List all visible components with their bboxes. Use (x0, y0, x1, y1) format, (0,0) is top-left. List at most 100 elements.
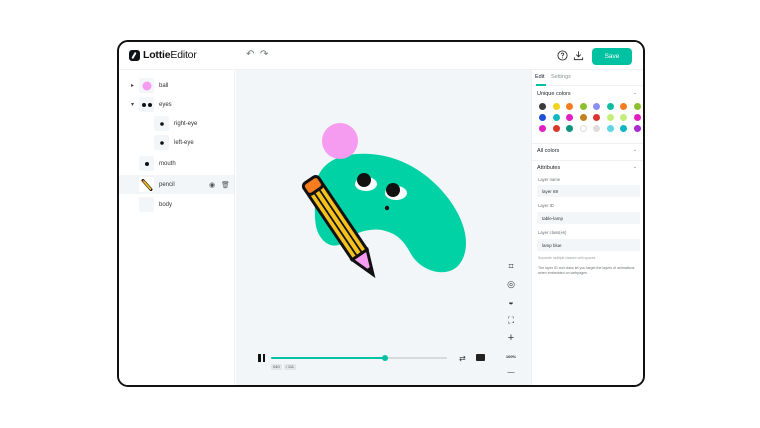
mouth-thumbnail-icon (144, 161, 149, 166)
color-swatch[interactable] (606, 103, 614, 110)
redo-icon[interactable]: ↷ (260, 50, 268, 60)
onion-skin-icon[interactable]: ◎ (503, 277, 519, 291)
color-swatch[interactable] (633, 103, 641, 110)
layer-thumbnail (139, 197, 154, 212)
pause-icon[interactable] (258, 354, 265, 362)
top-bar: LottieEditor ↶ ↷ Save (119, 42, 643, 70)
color-swatch[interactable] (566, 114, 573, 121)
layer-row-pencil[interactable]: pencil ◉ 🗑 (119, 175, 234, 194)
color-swatch[interactable] (552, 114, 560, 121)
help-icon[interactable] (557, 50, 568, 61)
frame-counter: 040 / 111 (271, 364, 296, 370)
tab-settings[interactable]: Settings (551, 74, 571, 80)
app-window: LottieEditor ↶ ↷ Save ▸ ball ▾ eyes righ… (117, 40, 645, 387)
logo-text: LottieEditor (143, 49, 197, 61)
layer-thumbnail (139, 97, 154, 112)
visibility-eye-icon[interactable]: ◉ (209, 181, 215, 189)
undo-icon[interactable]: ↶ (246, 50, 254, 60)
current-frame: 040 (271, 364, 282, 370)
all-colors-title[interactable]: All colors (537, 148, 559, 154)
divider (532, 143, 643, 144)
layer-row-ball[interactable]: ▸ ball (119, 76, 234, 95)
layer-thumbnail (154, 116, 169, 131)
total-frames: / 111 (283, 364, 296, 370)
color-swatch[interactable] (593, 103, 600, 110)
layer-row-right-eye[interactable]: right-eye (119, 114, 234, 133)
animation-canvas[interactable]: ⌗ ◎ ◒ ⛶ + 100% — 040 / 111 ⇄ (236, 70, 531, 385)
logo-icon (129, 49, 140, 61)
layer-classes-input[interactable] (537, 239, 640, 251)
color-swatch[interactable] (593, 114, 600, 121)
expand-caret-icon[interactable]: ▾ (131, 101, 134, 108)
timeline-progress (271, 357, 386, 359)
attributes-note: The layer ID and class let you target th… (538, 266, 635, 275)
zoom-level-label: 100% (505, 353, 517, 359)
bounding-box-icon[interactable]: ⌗ (503, 259, 519, 273)
attributes-chevron-icon[interactable]: ⌄ (633, 164, 637, 170)
layer-name-input[interactable] (537, 185, 640, 197)
zoom-out-icon[interactable]: — (503, 365, 519, 379)
color-swatch[interactable] (606, 114, 614, 121)
color-swatch[interactable] (593, 125, 600, 132)
logo-text-light: Editor (170, 49, 197, 61)
timeline-scrubber[interactable] (382, 355, 389, 361)
layer-label: eyes (159, 101, 172, 108)
all-colors-chevron-icon[interactable]: ⌄ (633, 147, 637, 153)
tab-edit[interactable]: Edit (535, 74, 544, 80)
layer-name-label: Layer name (538, 177, 561, 182)
fit-screen-icon[interactable]: ⛶ (503, 313, 519, 327)
layer-row-body[interactable]: body (119, 195, 234, 214)
save-button[interactable]: Save (592, 48, 632, 65)
layer-classes-label: Layer class(es) (538, 230, 567, 235)
download-icon[interactable] (573, 50, 584, 61)
layer-thumbnail (139, 156, 154, 171)
color-swatch[interactable] (620, 114, 627, 121)
ball-shape (322, 123, 358, 159)
background-color-icon[interactable] (476, 354, 485, 361)
color-swatch[interactable] (620, 125, 627, 132)
logo-text-bold: Lottie (143, 49, 171, 61)
active-tab-indicator (536, 84, 546, 86)
attributes-title[interactable]: Attributes (537, 165, 560, 171)
delete-trash-icon[interactable]: 🗑 (221, 181, 230, 189)
color-swatch[interactable] (606, 125, 614, 132)
ball-thumbnail-icon (142, 81, 151, 90)
layer-label: right-eye (174, 120, 198, 127)
timeline-track[interactable] (271, 355, 447, 361)
color-swatch[interactable] (579, 125, 587, 132)
loop-icon[interactable]: ⇄ (459, 354, 466, 363)
layer-thumbnail (139, 177, 154, 192)
color-swatch[interactable] (552, 125, 560, 132)
left-eye-thumbnail-icon (159, 140, 164, 145)
color-swatch[interactable] (579, 103, 587, 110)
layer-id-input[interactable] (537, 212, 640, 224)
right-eye-thumbnail-icon (159, 121, 164, 126)
color-swatch[interactable] (539, 114, 546, 121)
properties-tabs: Edit Settings (532, 70, 643, 86)
collapse-caret-icon[interactable]: ▸ (131, 82, 134, 89)
color-swatch[interactable] (620, 103, 627, 110)
color-swatch[interactable] (579, 114, 587, 121)
color-swatch[interactable] (539, 125, 546, 132)
layer-row-mouth[interactable]: mouth (119, 154, 234, 173)
zoom-in-icon[interactable]: + (503, 331, 519, 345)
left-eye-pupil (357, 173, 371, 187)
color-swatch[interactable] (633, 114, 641, 121)
color-swatch[interactable] (566, 103, 573, 110)
layer-row-left-eye[interactable]: left-eye (119, 133, 234, 152)
lottie-editor-logo[interactable]: LottieEditor (129, 49, 197, 61)
pencil-thumbnail-icon (141, 178, 152, 191)
playback-bar: 040 / 111 ⇄ (256, 353, 486, 373)
layer-label: pencil (159, 181, 175, 188)
unique-colors-title[interactable]: Unique colors (537, 91, 571, 97)
unique-colors-chevron-icon[interactable]: ⌄ (633, 90, 637, 96)
layer-row-eyes[interactable]: ▾ eyes (119, 95, 234, 114)
color-swatch[interactable] (633, 125, 641, 132)
color-swatch[interactable] (539, 103, 546, 110)
background-toggle-icon[interactable]: ◒ (503, 295, 519, 309)
color-swatch[interactable] (552, 103, 560, 110)
color-swatch[interactable] (566, 125, 573, 132)
lottie-animation-preview[interactable] (236, 70, 531, 387)
layer-label: mouth (159, 160, 176, 167)
layer-label: left-eye (174, 139, 194, 146)
